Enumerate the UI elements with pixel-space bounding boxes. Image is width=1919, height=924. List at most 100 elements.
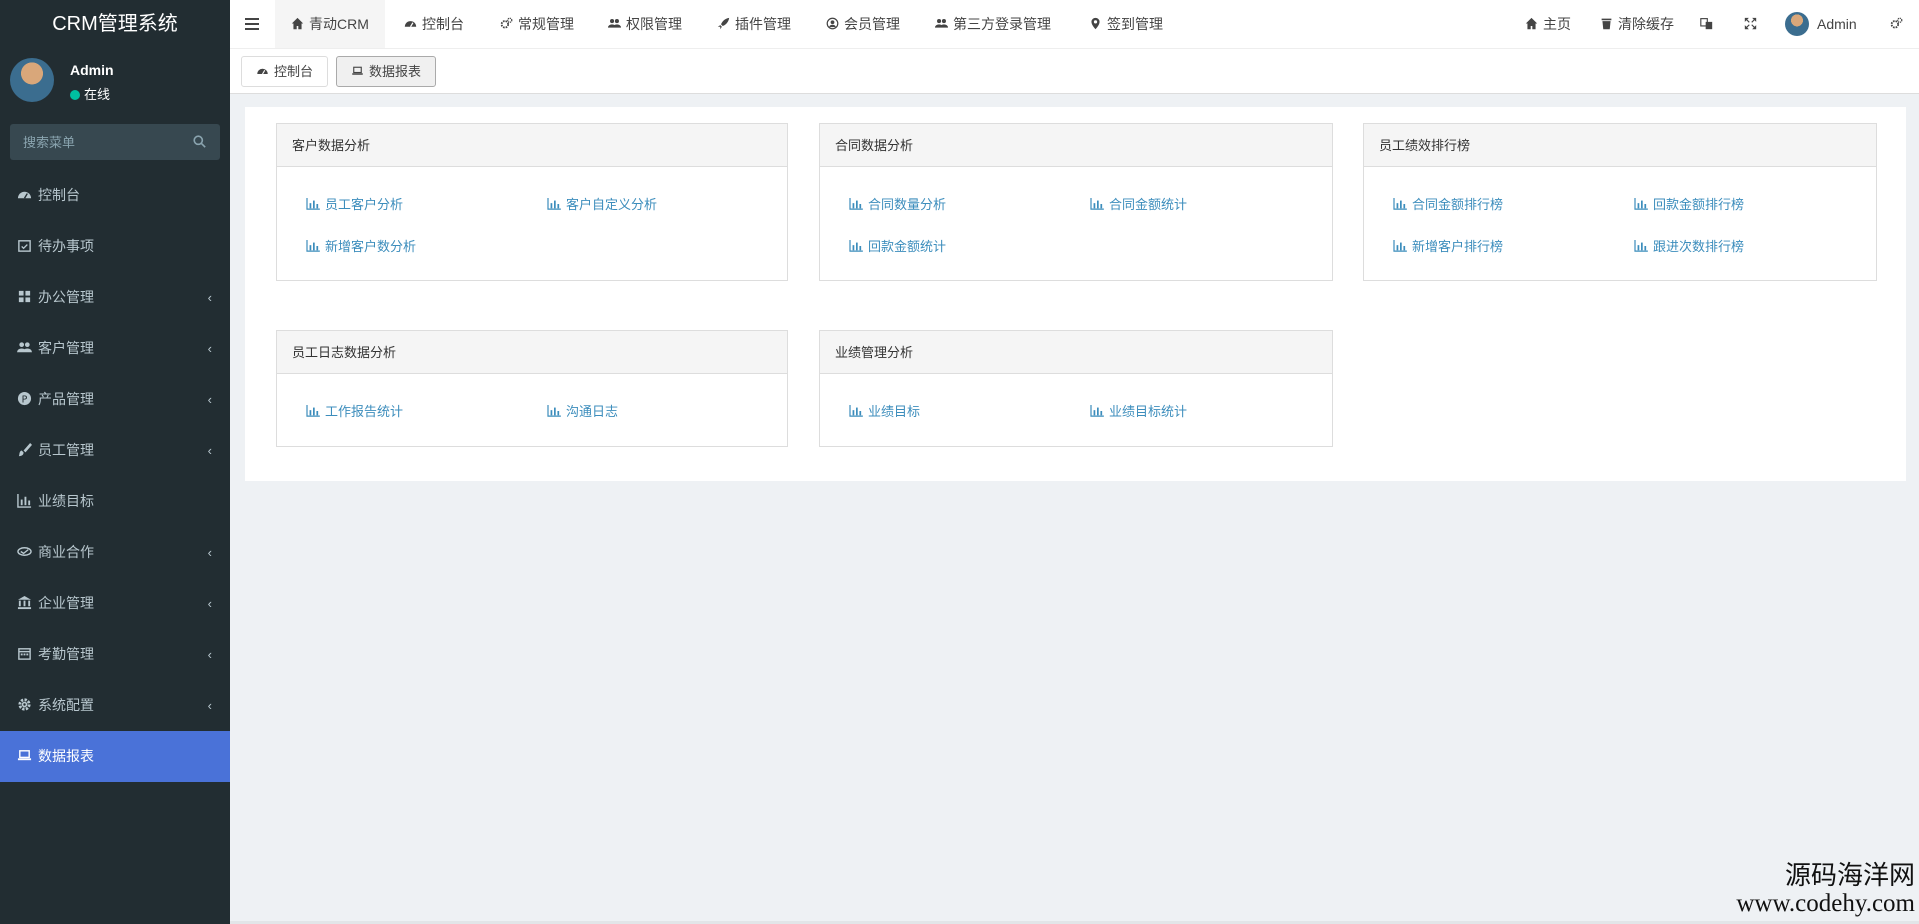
link-contract-amount-stats[interactable]: 合同金额统计 bbox=[1090, 194, 1187, 213]
laptop-icon bbox=[352, 66, 363, 75]
link-label: 跟进次数排行榜 bbox=[1653, 239, 1745, 254]
nav-general[interactable]: 常规管理 bbox=[500, 0, 574, 48]
nav-label: 签到管理 bbox=[1107, 16, 1163, 32]
admin-name: Admin bbox=[1817, 16, 1857, 32]
tab-dashboard[interactable]: 控制台 bbox=[241, 56, 329, 87]
link-label: 客户自定义分析 bbox=[566, 197, 658, 212]
sidebar-item-customers[interactable]: 客户管理 ‹ bbox=[0, 323, 230, 374]
clear-cache-button[interactable]: 清除缓存 bbox=[1600, 0, 1674, 48]
bar-chart-icon bbox=[1393, 240, 1407, 252]
sidebar-item-label: 客户管理 bbox=[38, 340, 94, 356]
search-icon[interactable] bbox=[193, 135, 206, 148]
panel-customer-analysis: 客户数据分析 员工客户分析 客户自定义分析 新增客户数分析 bbox=[276, 123, 788, 281]
panel-title: 员工日志数据分析 bbox=[277, 331, 787, 374]
home-icon bbox=[291, 17, 304, 30]
nav-label: 常规管理 bbox=[518, 16, 574, 32]
avatar bbox=[10, 58, 54, 102]
link-label: 新增客户排行榜 bbox=[1412, 239, 1504, 254]
link-performance-target-stats[interactable]: 业绩目标统计 bbox=[1090, 401, 1187, 420]
tab-data-report[interactable]: 数据报表 bbox=[336, 56, 437, 87]
bar-chart-icon bbox=[1393, 198, 1407, 210]
nav-label: 插件管理 bbox=[735, 16, 791, 32]
chevron-left-icon: ‹ bbox=[207, 647, 212, 662]
users-icon bbox=[17, 342, 32, 353]
sidebar-menu: 控制台 待办事项 办公管理 ‹ 客户管理 ‹ P 产品管理 ‹ 员工管理 ‹ 业绩目标 商… bbox=[0, 170, 230, 782]
link-customer-custom-analysis[interactable]: 客户自定义分析 bbox=[547, 194, 657, 213]
sidebar-item-todo[interactable]: 待办事项 bbox=[0, 221, 230, 272]
link-new-customer-analysis[interactable]: 新增客户数分析 bbox=[306, 236, 416, 255]
report-content: 客户数据分析 员工客户分析 客户自定义分析 新增客户数分析 合同数据分析 合同数… bbox=[245, 107, 1906, 481]
home-icon bbox=[1525, 17, 1538, 30]
link-communication-log[interactable]: 沟通日志 bbox=[547, 401, 618, 420]
menu-search bbox=[10, 124, 220, 160]
sidebar-item-staff[interactable]: 员工管理 ‹ bbox=[0, 425, 230, 476]
link-label: 合同金额排行榜 bbox=[1412, 197, 1504, 212]
brand-logo[interactable]: CRM管理系统 bbox=[0, 0, 230, 48]
tab-label: 数据报表 bbox=[369, 64, 422, 79]
link-followup-ranking[interactable]: 跟进次数排行榜 bbox=[1634, 236, 1744, 255]
home-link[interactable]: 主页 bbox=[1525, 0, 1571, 48]
link-label: 业绩目标 bbox=[868, 404, 921, 419]
bar-chart-icon bbox=[17, 493, 32, 508]
users-icon bbox=[608, 19, 621, 28]
chevron-left-icon: ‹ bbox=[207, 341, 212, 356]
sidebar-item-enterprise[interactable]: 企业管理 ‹ bbox=[0, 578, 230, 629]
sidebar-item-attendance[interactable]: 考勤管理 ‹ bbox=[0, 629, 230, 680]
nav-checkin[interactable]: 签到管理 bbox=[1089, 0, 1163, 48]
sidebar-item-label: 业绩目标 bbox=[38, 493, 94, 509]
sidebar-item-label: 数据报表 bbox=[38, 748, 94, 764]
sidebar-item-business[interactable]: 商业合作 ‹ bbox=[0, 527, 230, 578]
sidebar-item-targets[interactable]: 业绩目标 bbox=[0, 476, 230, 527]
chevron-left-icon: ‹ bbox=[207, 698, 212, 713]
chevron-left-icon: ‹ bbox=[207, 443, 212, 458]
nav-third-party-login[interactable]: 第三方登录管理 bbox=[935, 0, 1051, 48]
link-contract-count-analysis[interactable]: 合同数量分析 bbox=[849, 194, 946, 213]
sidebar-toggle-button[interactable] bbox=[245, 0, 269, 48]
nav-members[interactable]: 会员管理 bbox=[826, 0, 900, 48]
chevron-left-icon: ‹ bbox=[207, 392, 212, 407]
calendar-check-icon bbox=[18, 240, 31, 252]
sidebar-item-system-config[interactable]: 系统配置 ‹ bbox=[0, 680, 230, 731]
avatar bbox=[1785, 12, 1809, 36]
nav-home-crm[interactable]: 青动CRM bbox=[275, 0, 385, 48]
link-payment-amount-stats[interactable]: 回款金额统计 bbox=[849, 236, 946, 255]
admin-user-menu[interactable]: Admin bbox=[1785, 0, 1857, 48]
link-contract-amount-ranking[interactable]: 合同金额排行榜 bbox=[1393, 194, 1503, 213]
search-input[interactable] bbox=[10, 124, 220, 160]
link-label: 回款金额统计 bbox=[868, 239, 947, 254]
sidebar-item-office[interactable]: 办公管理 ‹ bbox=[0, 272, 230, 323]
fullscreen-button[interactable] bbox=[1744, 0, 1762, 48]
link-staff-customer-analysis[interactable]: 员工客户分析 bbox=[306, 194, 403, 213]
nav-permissions[interactable]: 权限管理 bbox=[608, 0, 682, 48]
bar-chart-icon bbox=[1090, 405, 1104, 417]
dashboard-icon bbox=[404, 21, 417, 28]
bar-chart-icon bbox=[547, 198, 561, 210]
settings-button[interactable] bbox=[1890, 0, 1908, 48]
sidebar-item-dashboard[interactable]: 控制台 bbox=[0, 170, 230, 221]
bar-chart-icon bbox=[306, 240, 320, 252]
user-panel: Admin 在线 bbox=[0, 48, 230, 114]
panel-staff-ranking: 员工绩效排行榜 合同金额排行榜 回款金额排行榜 新增客户排行榜 跟进次数排行榜 bbox=[1363, 123, 1877, 281]
nav-dashboard[interactable]: 控制台 bbox=[404, 0, 464, 48]
link-label: 合同数量分析 bbox=[868, 197, 947, 212]
language-button[interactable] bbox=[1700, 0, 1718, 48]
bar-chart-icon bbox=[306, 198, 320, 210]
tab-label: 控制台 bbox=[274, 64, 314, 79]
handshake-icon bbox=[17, 547, 32, 556]
clear-cache-label: 清除缓存 bbox=[1618, 16, 1674, 32]
link-label: 沟通日志 bbox=[566, 404, 619, 419]
watermark-line1: 源码海洋网 bbox=[1784, 861, 1915, 891]
sidebar-item-data-report[interactable]: 数据报表 bbox=[0, 731, 230, 782]
link-label: 新增客户数分析 bbox=[325, 239, 417, 254]
sidebar-item-label: 系统配置 bbox=[38, 697, 94, 713]
link-payment-amount-ranking[interactable]: 回款金额排行榜 bbox=[1634, 194, 1744, 213]
sidebar-item-label: 企业管理 bbox=[38, 595, 94, 611]
watermark-line2: www.codehy.com bbox=[1736, 890, 1915, 917]
bar-chart-icon bbox=[849, 405, 863, 417]
link-new-customer-ranking[interactable]: 新增客户排行榜 bbox=[1393, 236, 1503, 255]
sidebar-item-products[interactable]: P 产品管理 ‹ bbox=[0, 374, 230, 425]
link-performance-target[interactable]: 业绩目标 bbox=[849, 401, 920, 420]
nav-plugins[interactable]: 插件管理 bbox=[717, 0, 791, 48]
link-work-report-stats[interactable]: 工作报告统计 bbox=[306, 401, 403, 420]
bar-chart-icon bbox=[306, 405, 320, 417]
